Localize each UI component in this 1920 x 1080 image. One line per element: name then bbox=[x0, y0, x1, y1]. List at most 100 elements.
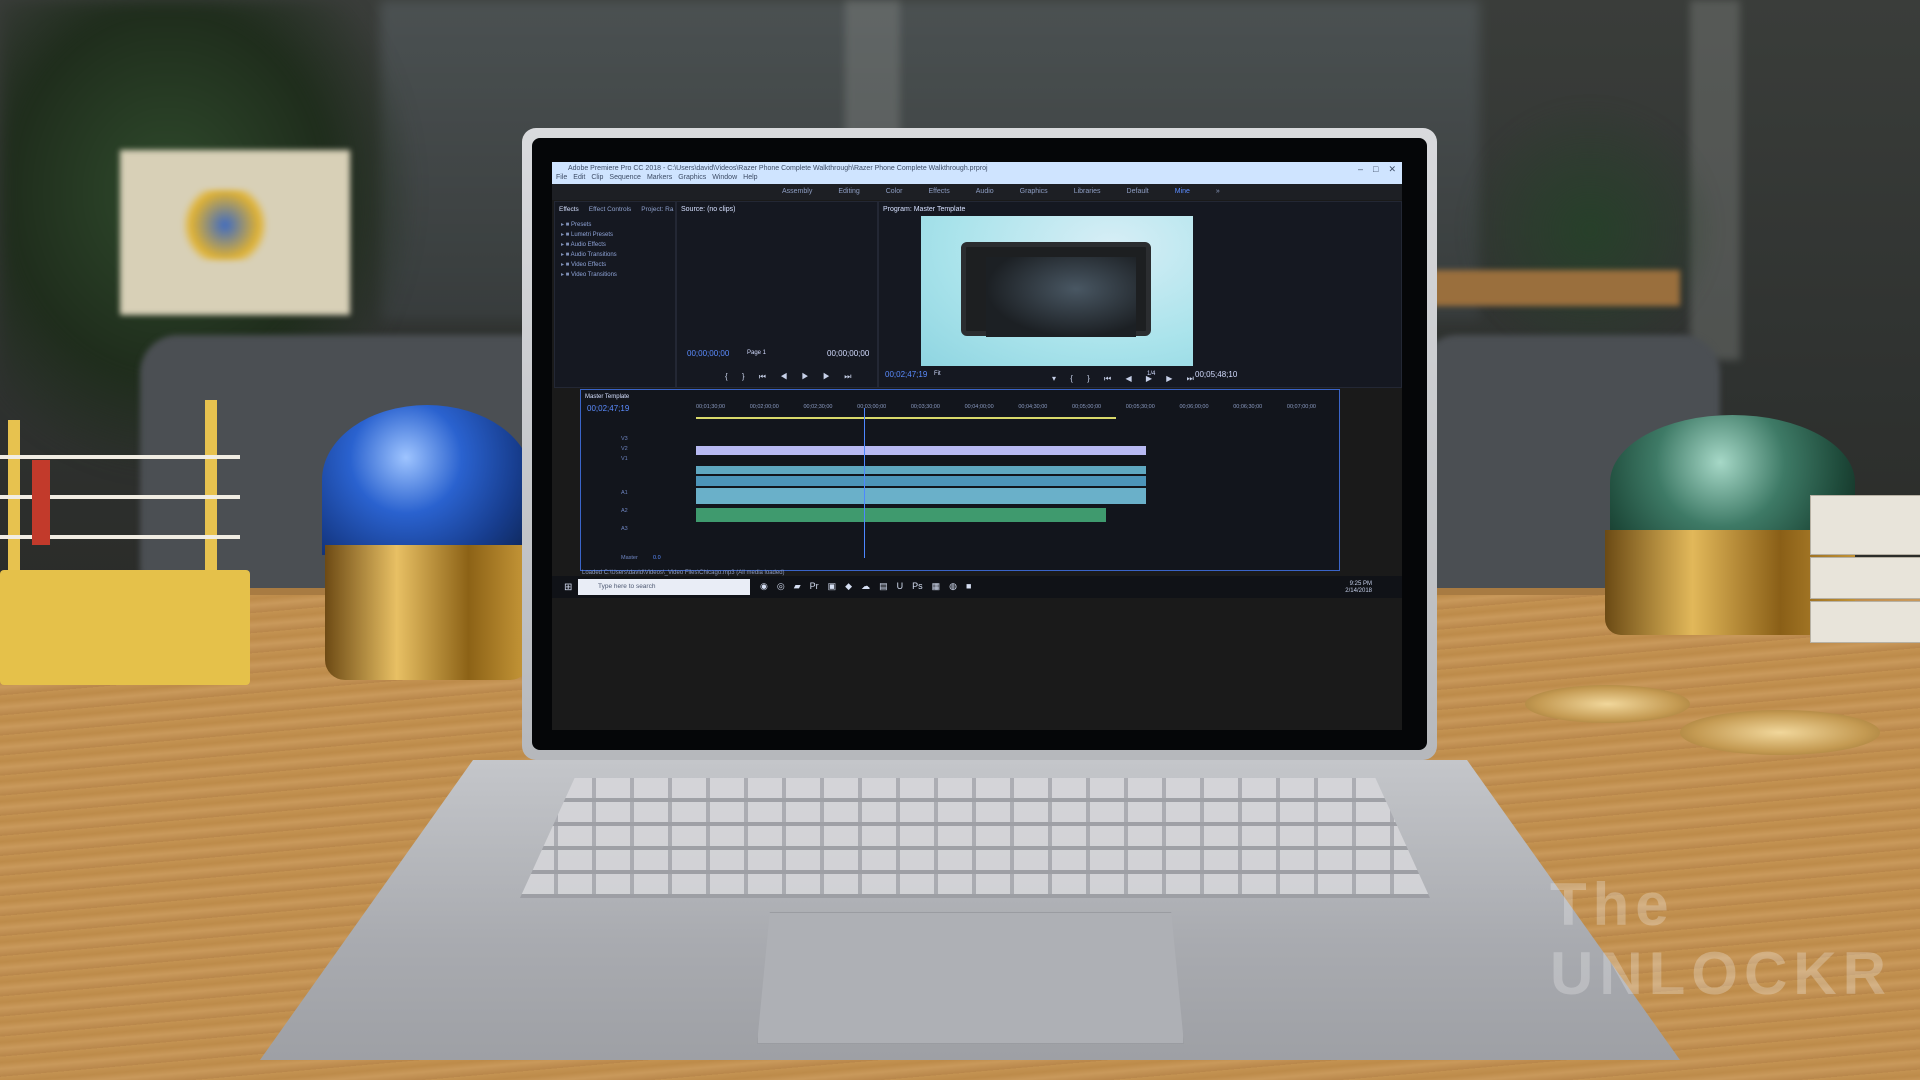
book bbox=[1810, 495, 1920, 555]
watermark-text: The UNLOCKR bbox=[1550, 871, 1892, 1007]
tab-project[interactable]: Project: Ra bbox=[641, 206, 673, 213]
title-bar: Adobe Premiere Pro CC 2018 - C:\Users\da… bbox=[552, 162, 1402, 184]
track-label-v3[interactable]: V3 bbox=[621, 436, 628, 442]
menu-clip[interactable]: Clip bbox=[591, 174, 603, 181]
effects-folder-video-effects[interactable]: Video Effects bbox=[561, 260, 669, 270]
ring-post bbox=[8, 420, 20, 585]
laptop-keyboard bbox=[520, 778, 1430, 898]
menu-help[interactable]: Help bbox=[743, 174, 757, 181]
system-tray-clock[interactable]: 9:25 PM 2/14/2018 bbox=[1345, 581, 1372, 595]
minimize-icon[interactable]: – bbox=[1358, 164, 1363, 175]
video-clip-v1[interactable] bbox=[696, 476, 1146, 486]
menu-window[interactable]: Window bbox=[712, 174, 737, 181]
premiere-icon[interactable]: Pr bbox=[810, 581, 819, 592]
program-timecode[interactable]: 00;02;47;19 bbox=[885, 370, 927, 379]
workspace-audio[interactable]: Audio bbox=[976, 188, 994, 195]
workspace-assembly[interactable]: Assembly bbox=[782, 188, 812, 195]
calculator-icon[interactable]: ▦ bbox=[932, 581, 941, 592]
ruler-tick-label: 00;02;30;00 bbox=[803, 404, 833, 410]
effects-panel-tabs: Effects Effect Controls Project: Ra bbox=[555, 202, 675, 216]
track-label-a3[interactable]: A3 bbox=[621, 526, 628, 532]
watermark: The UNLOCKR bbox=[1550, 870, 1920, 1008]
chrome-icon[interactable]: ◎ bbox=[777, 581, 785, 592]
menu-sequence[interactable]: Sequence bbox=[609, 174, 641, 181]
toy-boxing-ring bbox=[0, 400, 260, 690]
source-page-select[interactable]: Page 1 bbox=[747, 350, 766, 356]
folder-icon[interactable]: ▰ bbox=[794, 581, 801, 592]
effects-panel: Effects Effect Controls Project: Ra Pres… bbox=[554, 201, 676, 388]
book bbox=[1810, 601, 1920, 643]
taskbar-search[interactable]: Type here to search bbox=[578, 579, 750, 595]
timeline-timecode[interactable]: 00;02;47;19 bbox=[587, 404, 629, 413]
timeline-panel: Master Template 00;02;47;19 00;01;30;00 … bbox=[580, 389, 1340, 571]
workspace-effects[interactable]: Effects bbox=[928, 188, 949, 195]
menu-file[interactable]: File bbox=[556, 174, 567, 181]
app-icon[interactable]: ▣ bbox=[828, 581, 837, 592]
close-icon[interactable]: ✕ bbox=[1388, 164, 1396, 175]
track-label-a2[interactable]: A2 bbox=[621, 508, 628, 514]
effects-folder-lumetri[interactable]: Lumetri Presets bbox=[561, 230, 669, 240]
timeline-ruler[interactable]: 00;01;30;00 00;02;00;00 00;02;30;00 00;0… bbox=[696, 404, 1316, 414]
ruler-tick-label: 00;05;30;00 bbox=[1125, 404, 1155, 410]
wall-artwork bbox=[120, 150, 350, 315]
task-view-icon[interactable]: ◉ bbox=[760, 581, 768, 592]
track-label-v1[interactable]: V1 bbox=[621, 456, 628, 462]
master-track-label: Master bbox=[621, 555, 638, 561]
track-label-v2[interactable]: V2 bbox=[621, 446, 628, 452]
playhead[interactable] bbox=[864, 408, 865, 558]
clock-time: 9:25 PM bbox=[1349, 581, 1372, 587]
effects-folder-video-transitions[interactable]: Video Transitions bbox=[561, 270, 669, 280]
video-clip-v2[interactable] bbox=[696, 466, 1146, 474]
workspace-libraries[interactable]: Libraries bbox=[1074, 188, 1101, 195]
source-monitor-label: Source: (no clips) bbox=[681, 205, 736, 213]
workspace-color[interactable]: Color bbox=[886, 188, 903, 195]
laptop-screen: Adobe Premiere Pro CC 2018 - C:\Users\da… bbox=[552, 162, 1402, 730]
workspace-default[interactable]: Default bbox=[1127, 188, 1149, 195]
effects-folder-audio-effects[interactable]: Audio Effects bbox=[561, 240, 669, 250]
sequence-tab[interactable]: Master Template bbox=[585, 394, 629, 400]
tab-effects[interactable]: Effects bbox=[559, 206, 579, 213]
more-workspaces-icon[interactable]: » bbox=[1216, 188, 1220, 195]
workspace-mine[interactable]: Mine bbox=[1175, 188, 1190, 195]
master-volume-value[interactable]: 0.0 bbox=[653, 555, 661, 561]
work-area-bar[interactable] bbox=[696, 417, 1116, 419]
clock-date: 2/14/2018 bbox=[1345, 588, 1372, 594]
app-icon[interactable]: ◆ bbox=[845, 581, 852, 592]
track-label-a1[interactable]: A1 bbox=[621, 490, 628, 496]
app-icon[interactable]: ☁ bbox=[861, 581, 870, 592]
blue-glass-dome bbox=[322, 405, 532, 555]
audio-clip-a2[interactable] bbox=[696, 508, 1106, 522]
effects-folder-presets[interactable]: Presets bbox=[561, 220, 669, 230]
menu-graphics[interactable]: Graphics bbox=[678, 174, 706, 181]
program-fit-select[interactable]: Fit bbox=[934, 371, 941, 377]
program-monitor: Program: Master Template 00;02;47;19 Fit… bbox=[878, 201, 1402, 388]
ruler-tick-label: 00;02;00;00 bbox=[749, 404, 779, 410]
maximize-icon[interactable]: □ bbox=[1373, 164, 1378, 175]
window-controls: – □ ✕ bbox=[1358, 164, 1396, 175]
workspace-editing[interactable]: Editing bbox=[838, 188, 859, 195]
program-transport-controls[interactable]: ▾ { } ⏮ ◀ ▶ ▶ ⏭ bbox=[1052, 374, 1200, 384]
app-icon[interactable]: ◍ bbox=[949, 581, 957, 592]
book bbox=[1810, 557, 1920, 599]
workspace-graphics[interactable]: Graphics bbox=[1020, 188, 1048, 195]
graphic-clip[interactable] bbox=[696, 446, 1146, 455]
app-icon[interactable]: Ps bbox=[912, 581, 923, 592]
tab-effect-controls[interactable]: Effect Controls bbox=[589, 206, 632, 213]
app-icon[interactable]: U bbox=[897, 581, 904, 592]
menu-edit[interactable]: Edit bbox=[573, 174, 585, 181]
menu-bar: File Edit Clip Sequence Markers Graphics… bbox=[556, 174, 758, 181]
menu-markers[interactable]: Markers bbox=[647, 174, 672, 181]
program-video-frame bbox=[921, 216, 1193, 366]
windows-start-icon[interactable]: ⊞ bbox=[564, 582, 572, 593]
app-icon[interactable]: ■ bbox=[966, 581, 971, 592]
taskbar-apps: ◉ ◎ ▰ Pr ▣ ◆ ☁ ▤ U Ps ▦ ◍ ■ bbox=[760, 581, 971, 592]
effects-list: Presets Lumetri Presets Audio Effects Au… bbox=[555, 216, 675, 284]
source-timecode-in[interactable]: 00;00;00;00 bbox=[687, 349, 729, 358]
gold-base bbox=[325, 545, 530, 680]
app-icon[interactable]: ▤ bbox=[879, 581, 888, 592]
ruler-tick-label: 00;04;30;00 bbox=[1018, 404, 1048, 410]
source-transport-controls[interactable]: { } ⏮ ◀ ▶ ▶ ⏭ bbox=[725, 372, 858, 382]
ruler-tick-label: 00;03;30;00 bbox=[910, 404, 940, 410]
audio-clip-a1[interactable] bbox=[696, 488, 1146, 504]
effects-folder-audio-transitions[interactable]: Audio Transitions bbox=[561, 250, 669, 260]
